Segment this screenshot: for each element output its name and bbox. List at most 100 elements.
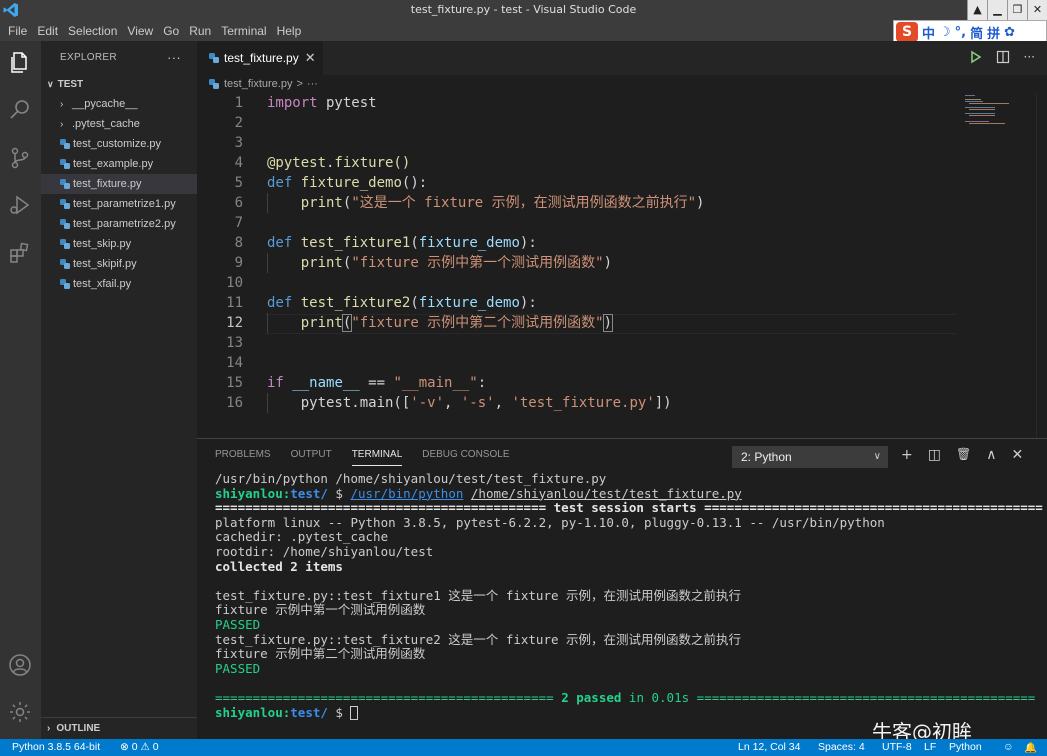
menu-selection[interactable]: Selection xyxy=(63,24,122,38)
menu-edit[interactable]: Edit xyxy=(32,24,63,38)
menu-terminal[interactable]: Terminal xyxy=(216,24,271,38)
line-number: 6 xyxy=(234,195,243,211)
code-token: fixture_demo xyxy=(300,175,402,191)
python-file-icon xyxy=(60,199,70,209)
explorer-icon[interactable] xyxy=(8,51,32,75)
terminal-line: ========================================… xyxy=(215,501,1043,516)
manage-gear-icon[interactable] xyxy=(8,700,32,724)
code-line: 7 xyxy=(197,213,957,233)
menu-help[interactable]: Help xyxy=(272,24,307,38)
tree-file-test-xfail[interactable]: test_xfail.py xyxy=(41,274,197,294)
source-control-icon[interactable] xyxy=(8,146,32,170)
menu-file[interactable]: File xyxy=(3,24,32,38)
terminal-link[interactable]: /usr/bin/python xyxy=(350,487,463,501)
maximize-panel-icon[interactable]: ∧ xyxy=(986,447,996,463)
prompt-dir: test/ xyxy=(290,705,328,720)
feedback-icon[interactable]: ☺ xyxy=(1003,741,1014,753)
terminal-output[interactable]: /usr/bin/python /home/shiyanlou/test/tes… xyxy=(215,472,1045,720)
minimap[interactable] xyxy=(957,93,1033,133)
explorer-more-icon[interactable]: ··· xyxy=(167,50,181,65)
status-eol[interactable]: LF xyxy=(924,741,936,753)
new-terminal-icon[interactable]: + xyxy=(901,447,913,463)
window-shade-button[interactable]: ▲ xyxy=(967,0,987,20)
status-problems[interactable]: ⊗ 0 ⚠ 0 xyxy=(120,741,159,753)
code-line: 6 print("这是一个 fixture 示例，在测试用例函数之前执行") xyxy=(197,193,957,213)
code-token: , xyxy=(444,395,461,411)
notifications-bell-icon[interactable]: 🔔 xyxy=(1024,741,1037,754)
menu-go[interactable]: Go xyxy=(158,24,184,38)
tree-file-test-parametrize1[interactable]: test_parametrize1.py xyxy=(41,194,197,214)
tab-debug-console[interactable]: DEBUG CONSOLE xyxy=(422,449,509,466)
ime-simplified[interactable]: 简 xyxy=(970,23,983,42)
menu-view[interactable]: View xyxy=(122,24,158,38)
line-number: 3 xyxy=(234,135,243,151)
code-token: fixture_demo xyxy=(418,235,520,251)
terminal-select[interactable]: 2: Python ∨ xyxy=(732,446,888,468)
code-line: 9 print("fixture 示例中第一个测试用例函数") xyxy=(197,253,957,273)
window-close-button[interactable]: ✕ xyxy=(1027,0,1047,20)
status-cursor-position[interactable]: Ln 12, Col 34 xyxy=(738,741,800,753)
tree-item-label: test_skip.py xyxy=(73,238,132,250)
terminal-rule: ========================================… xyxy=(215,690,562,705)
ime-pinyin[interactable]: 拼 xyxy=(987,23,1000,42)
kill-terminal-icon[interactable]: 🗑 xyxy=(956,447,971,463)
tree-file-test-skipif[interactable]: test_skipif.py xyxy=(41,254,197,274)
code-token: == xyxy=(359,375,394,391)
window-maximize-button[interactable]: ❐ xyxy=(1007,0,1027,20)
close-icon[interactable]: ✕ xyxy=(305,50,316,66)
ime-moon-icon[interactable]: ☽ xyxy=(939,25,951,40)
code-token: ( xyxy=(410,295,419,311)
breadcrumb-more[interactable]: ··· xyxy=(307,78,318,90)
code-token: '-v' xyxy=(410,395,445,411)
terminal-line: ========================================… xyxy=(215,691,1045,706)
ime-settings-icon[interactable]: ✿ xyxy=(1004,25,1015,40)
tree-item-label: .pytest_cache xyxy=(72,118,140,130)
ime-chinese-mode[interactable]: 中 xyxy=(922,23,935,42)
search-icon[interactable] xyxy=(8,98,32,122)
window-minimize-button[interactable]: ▁ xyxy=(987,0,1007,20)
run-file-icon[interactable] xyxy=(970,50,982,64)
close-panel-icon[interactable]: ✕ xyxy=(1011,447,1023,463)
run-debug-icon[interactable] xyxy=(8,193,32,217)
tree-file-test-customize[interactable]: test_customize.py xyxy=(41,134,197,154)
code-editor[interactable]: 1 import pytest 2 3 4 @pytest.fixture() 5 d… xyxy=(197,93,957,433)
tree-folder-pytest-cache[interactable]: › .pytest_cache xyxy=(41,114,197,134)
window-title: test_fixture.py - test - Visual Studio C… xyxy=(410,3,637,16)
tree-file-test-skip[interactable]: test_skip.py xyxy=(41,234,197,254)
test-summary: 2 passed xyxy=(561,690,622,705)
status-encoding[interactable]: UTF-8 xyxy=(882,741,912,753)
chevron-right-icon: › xyxy=(47,723,51,734)
workspace-section-header[interactable]: ∨ TEST xyxy=(41,74,197,94)
tree-item-label: __pycache__ xyxy=(72,98,138,110)
tab-output[interactable]: OUTPUT xyxy=(291,449,332,466)
tab-terminal[interactable]: TERMINAL xyxy=(351,449,403,466)
tree-file-test-fixture[interactable]: test_fixture.py xyxy=(41,174,197,194)
accounts-icon[interactable] xyxy=(8,653,32,677)
breadcrumb-file[interactable]: test_fixture.py xyxy=(224,78,292,90)
code-token: pytest xyxy=(317,95,377,111)
status-language[interactable]: Python xyxy=(949,741,982,753)
line-number: 15 xyxy=(226,375,243,391)
editor-scrollbar[interactable] xyxy=(1036,93,1047,438)
tab-test-fixture[interactable]: test_fixture.py ✕ xyxy=(197,41,323,75)
outline-section-header[interactable]: › OUTLINE xyxy=(41,717,197,739)
extensions-icon[interactable] xyxy=(8,241,32,265)
tree-file-test-parametrize2[interactable]: test_parametrize2.py xyxy=(41,214,197,234)
ime-punctuation-icon[interactable]: °, xyxy=(955,25,966,40)
line-number: 12 xyxy=(226,315,243,331)
split-editor-icon[interactable] xyxy=(996,50,1010,64)
sogou-logo-icon[interactable]: S xyxy=(896,22,918,42)
tab-problems[interactable]: PROBLEMS xyxy=(215,449,271,466)
split-terminal-icon[interactable]: ◫ xyxy=(928,447,941,463)
tree-folder-pycache[interactable]: › __pycache__ xyxy=(41,94,197,114)
prompt-symbol: $ xyxy=(327,486,351,501)
status-indentation[interactable]: Spaces: 4 xyxy=(818,741,865,753)
menu-bar: File Edit Selection View Go Run Terminal… xyxy=(0,20,1047,41)
terminal-cursor xyxy=(350,706,359,720)
menu-run[interactable]: Run xyxy=(184,24,216,38)
tree-file-test-example[interactable]: test_example.py xyxy=(41,154,197,174)
terminal-link[interactable]: /home/shiyanlou/test/test_fixture.py xyxy=(471,487,742,501)
chevron-right-icon: › xyxy=(60,98,64,110)
status-python-interpreter[interactable]: Python 3.8.5 64-bit xyxy=(12,741,100,753)
more-actions-icon[interactable]: ··· xyxy=(1024,50,1035,64)
